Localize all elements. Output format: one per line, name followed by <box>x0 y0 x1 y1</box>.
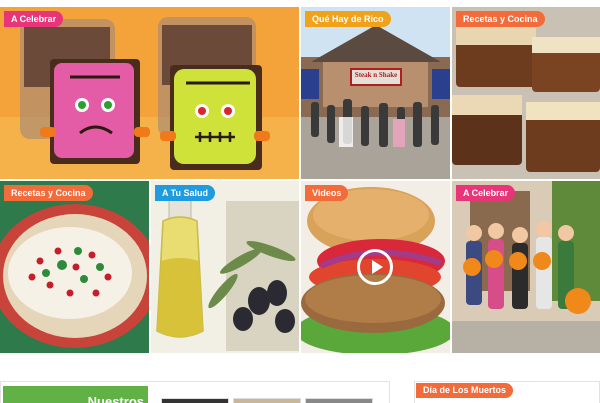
category-tag[interactable]: Día de Los Muertos <box>416 383 514 398</box>
storefront-crowd-image: Steak n Shake <box>301 7 450 179</box>
kids-halloween-image <box>452 181 600 353</box>
products-heading[interactable]: Nuestros <box>3 386 148 403</box>
olive-oil-image <box>151 181 299 353</box>
category-tag[interactable]: A Celebrar <box>456 185 516 201</box>
cheesecake-brownies-image <box>452 7 600 179</box>
storefront-sign-text: Steak n Shake <box>355 71 397 79</box>
category-tag[interactable]: A Tu Salud <box>155 185 215 201</box>
bottom-section: Nuestros Día de Los Muertos <box>0 356 600 403</box>
featured-tile-chiles-en-nogada[interactable]: Recetas y Cocina <box>0 181 149 353</box>
featured-tile-cheesecake-brownies[interactable]: Recetas y Cocina <box>452 7 600 179</box>
category-tag[interactable]: Recetas y Cocina <box>456 11 545 27</box>
featured-tile-veggie-burger-video[interactable]: Videos <box>301 181 450 353</box>
play-button[interactable] <box>357 249 393 285</box>
product-thumb[interactable] <box>305 398 373 403</box>
category-tag[interactable]: Qué Hay de Rico <box>305 11 391 27</box>
product-thumb[interactable] <box>233 398 301 403</box>
chiles-en-nogada-image <box>0 181 149 353</box>
category-tag[interactable]: A Celebrar <box>4 11 64 27</box>
featured-tile-steak-n-shake[interactable]: Steak n Shake Qué Hay de Rico <box>301 7 450 179</box>
featured-tile-olive-oil[interactable]: A Tu Salud <box>151 181 299 353</box>
featured-tile-halloween-brownies[interactable]: A Celebrar <box>0 7 299 179</box>
category-tag[interactable]: Recetas y Cocina <box>4 185 93 201</box>
products-box: Nuestros <box>0 381 390 403</box>
halloween-brownies-image <box>0 7 299 179</box>
featured-tile-kids-halloween[interactable]: A Celebrar <box>452 181 600 353</box>
category-tag[interactable]: Videos <box>305 185 349 201</box>
featured-grid-page: A Celebrar Steak n Shake Qué Hay de Rico <box>0 0 600 403</box>
product-thumb[interactable] <box>161 398 229 403</box>
